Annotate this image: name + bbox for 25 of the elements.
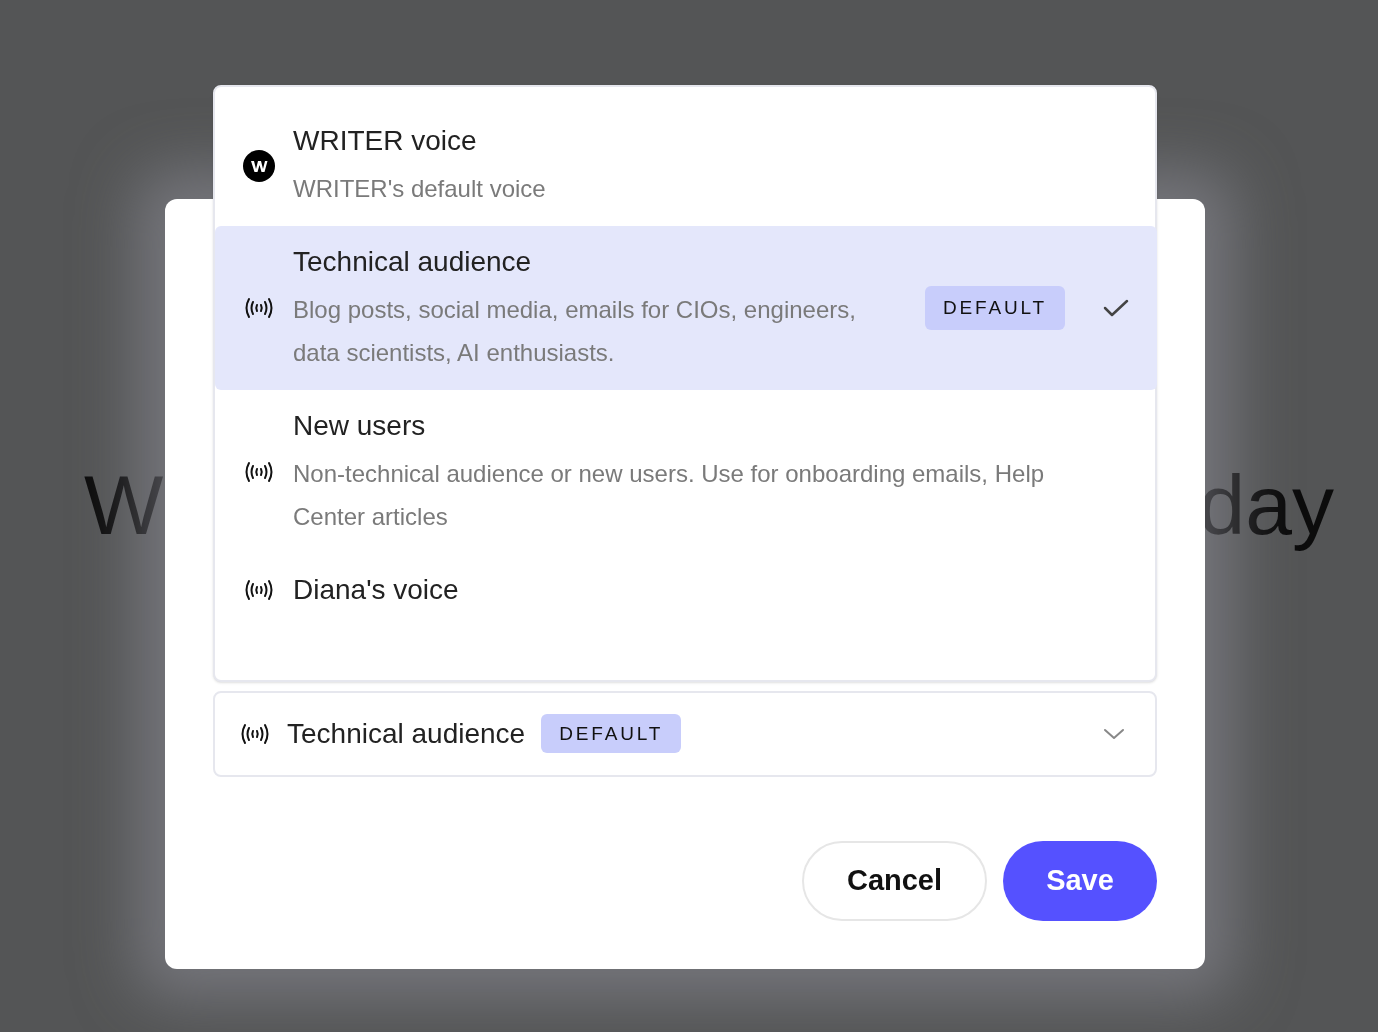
default-badge: DEFAULT bbox=[541, 714, 682, 753]
option-title: Diana's voice bbox=[293, 573, 460, 607]
option-title: WRITER voice bbox=[293, 124, 478, 158]
option-title: New users bbox=[293, 409, 427, 443]
option-description: Blog posts, social media, emails for CIOs, engineers, data scientists, AI enthusiasts. bbox=[293, 295, 857, 368]
page-heading: day bbox=[1198, 457, 1334, 554]
voice-option[interactable]: Diana's voice bbox=[215, 554, 1157, 626]
broadcast-icon bbox=[243, 296, 275, 320]
option-description: Non-technical audience or new users. Use for onboarding emails, Help Center articles bbox=[293, 459, 1046, 532]
voice-option[interactable]: Technical audience Blog posts, social media, emails for CIOs, engineers, data scientists, AI enthusiasts. DEFAULT bbox=[215, 226, 1157, 390]
check-icon bbox=[1103, 298, 1129, 318]
cancel-button[interactable]: Cancel bbox=[802, 841, 987, 921]
chevron-down-icon bbox=[1103, 727, 1125, 741]
voice-option[interactable]: New users Non-technical audience or new users. Use for onboarding emails, Help Center articles bbox=[215, 390, 1157, 554]
voice-option[interactable]: WRITER voice WRITER's default voice bbox=[215, 105, 1157, 226]
option-title: Technical audience bbox=[293, 245, 533, 279]
logo-icon bbox=[243, 149, 275, 182]
option-description: WRITER's default voice bbox=[293, 174, 547, 204]
voice-select[interactable]: Technical audience DEFAULT bbox=[213, 691, 1157, 777]
save-button[interactable]: Save bbox=[1003, 841, 1157, 921]
broadcast-icon bbox=[243, 578, 275, 602]
broadcast-icon bbox=[243, 460, 275, 484]
default-badge: DEFAULT bbox=[924, 286, 1065, 330]
broadcast-icon bbox=[239, 722, 271, 746]
page-heading: W bbox=[84, 457, 164, 554]
